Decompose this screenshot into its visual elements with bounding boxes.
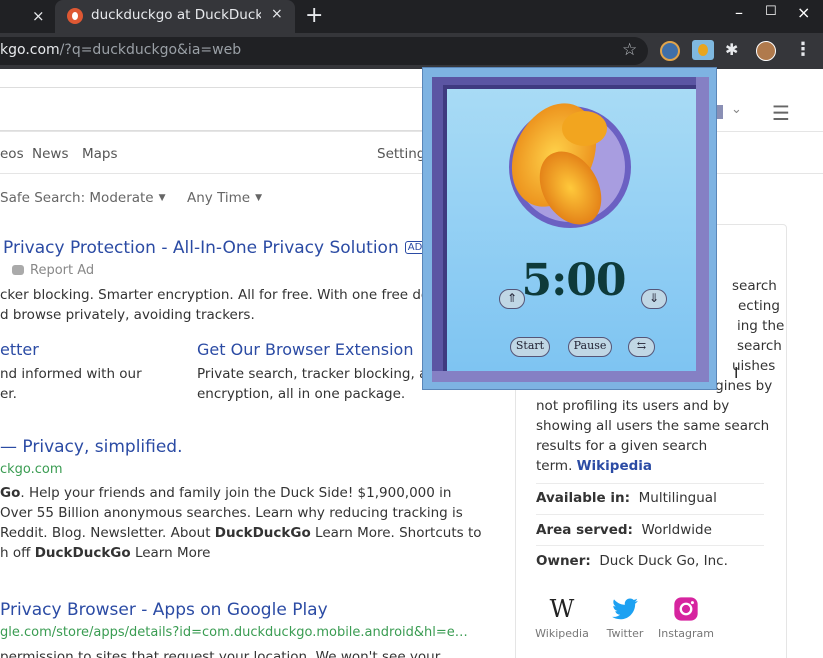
result-main-snippet: Reddit. Blog. Newsletter. About DuckDuck… bbox=[0, 525, 482, 541]
wikipedia-profile-link[interactable]: W Wikipedia bbox=[532, 595, 592, 640]
extension-pisces-icon[interactable] bbox=[692, 40, 714, 60]
divider bbox=[536, 545, 764, 546]
safe-search-dropdown[interactable]: Safe Search: Moderate ▼ bbox=[0, 190, 166, 206]
extension-popup: 5:00 ⇑ ⇓ Start Pause ⇆ bbox=[422, 67, 717, 390]
infobox-text: results for a given search bbox=[536, 438, 708, 454]
puzzle-icon[interactable]: ✱ bbox=[725, 40, 745, 60]
browser-window: × duckduckgo at DuckDuckGo × + – ☐ × kgo… bbox=[0, 0, 823, 658]
infobox-text: uishes bbox=[732, 358, 776, 374]
hamburger-menu-icon[interactable]: ☰ bbox=[772, 101, 790, 125]
sitelink-text: nd informed with our bbox=[0, 366, 142, 382]
divider bbox=[536, 514, 764, 515]
tab-previous[interactable]: × bbox=[0, 0, 55, 33]
tab-title: duckduckgo at DuckDuckGo bbox=[91, 7, 261, 23]
profile-avatar[interactable] bbox=[756, 41, 776, 61]
browser-toolbar: kgo.com/?q=duckduckgo&ia=web ☆ ✱ ⋮ bbox=[0, 33, 823, 69]
result-play-snippet: permission to sites that request your lo… bbox=[0, 649, 441, 658]
instagram-profile-link[interactable]: Instagram bbox=[656, 595, 716, 640]
result-main-url[interactable]: ckgo.com bbox=[0, 462, 63, 477]
tab-videos[interactable]: eos bbox=[0, 146, 24, 162]
timer-panel: 5:00 ⇑ ⇓ Start Pause ⇆ bbox=[443, 85, 696, 371]
wikipedia-link[interactable]: Wikipedia bbox=[577, 458, 652, 474]
wikipedia-icon: W bbox=[549, 595, 575, 623]
twitter-profile-link[interactable]: Twitter bbox=[600, 595, 650, 640]
url-text[interactable]: kgo.com/?q=duckduckgo&ia=web bbox=[0, 42, 241, 58]
speech-bubble-icon bbox=[12, 265, 24, 275]
result-play-title[interactable]: Privacy Browser - Apps on Google Play bbox=[0, 600, 328, 620]
sitelink-text: Private search, tracker blocking, and bbox=[197, 366, 445, 382]
available-in-row: Available in: Multilingual bbox=[536, 490, 717, 506]
infobox-text: not profiling its users and by bbox=[536, 398, 730, 414]
close-window-button[interactable]: × bbox=[797, 3, 810, 22]
close-tab-icon[interactable]: × bbox=[271, 6, 283, 22]
tab-maps[interactable]: Maps bbox=[82, 146, 118, 162]
infobox-text: search bbox=[737, 338, 782, 354]
infobox-text: ing the bbox=[737, 318, 785, 334]
increase-time-button[interactable]: ⇑ bbox=[499, 289, 525, 309]
result-ad-title[interactable]: Privacy Protection - All-In-One Privacy … bbox=[3, 238, 399, 258]
reset-button[interactable]: ⇆ bbox=[628, 337, 655, 357]
instagram-icon bbox=[674, 597, 698, 621]
sitelink-text: encryption, all in one package. bbox=[197, 386, 406, 402]
address-bar[interactable]: kgo.com/?q=duckduckgo&ia=web ☆ bbox=[0, 37, 648, 65]
result-ad-snippet: d browse privately, avoiding trackers. bbox=[0, 307, 255, 323]
sitelink-browser-extension[interactable]: Get Our Browser Extension bbox=[197, 340, 413, 359]
infobox-text: term. Wikipedia bbox=[536, 458, 653, 474]
result-main-snippet: h off DuckDuckGo Learn More bbox=[0, 545, 211, 561]
bookmark-star-icon[interactable]: ☆ bbox=[622, 40, 637, 60]
result-play-url[interactable]: gle.com/store/apps/details?id=com.duckdu… bbox=[0, 625, 468, 640]
result-ad-snippet: cker blocking. Smarter encryption. All f… bbox=[0, 287, 461, 303]
duckduckgo-favicon-icon bbox=[67, 8, 83, 24]
time-filter-dropdown[interactable]: Any Time ▼ bbox=[187, 190, 262, 206]
maximize-button[interactable]: ☐ bbox=[765, 4, 777, 19]
divider bbox=[536, 483, 764, 484]
close-tab-icon[interactable]: × bbox=[32, 7, 45, 25]
result-main-title[interactable]: — Privacy, simplified. bbox=[0, 437, 183, 457]
new-tab-button[interactable]: + bbox=[305, 3, 323, 28]
browser-menu-icon[interactable]: ⋮ bbox=[794, 39, 812, 60]
text-cursor-icon: I bbox=[734, 364, 739, 382]
popup-frame: 5:00 ⇑ ⇓ Start Pause ⇆ bbox=[432, 77, 709, 382]
owner-row: Owner: Duck Duck Go, Inc. bbox=[536, 553, 728, 569]
tab-strip: × duckduckgo at DuckDuckGo × + – ☐ × bbox=[0, 0, 823, 33]
chevron-down-icon[interactable]: ⌄ bbox=[731, 102, 742, 117]
start-button[interactable]: Start bbox=[510, 337, 550, 357]
report-ad-link[interactable]: Report Ad bbox=[12, 263, 94, 278]
sitelink-text: er. bbox=[0, 386, 17, 402]
twitter-icon bbox=[612, 598, 638, 620]
decrease-time-button[interactable]: ⇓ bbox=[641, 289, 667, 309]
extension-owl-icon[interactable] bbox=[660, 41, 680, 61]
infobox-text: ecting bbox=[738, 298, 780, 314]
result-main-snippet: Over 55 Billion anonymous searches. Lear… bbox=[0, 505, 463, 521]
result-main-snippet: Go. Help your friends and family join th… bbox=[0, 485, 452, 501]
minimize-button[interactable]: – bbox=[735, 3, 743, 22]
infobox-text: search bbox=[732, 278, 777, 294]
tab-news[interactable]: News bbox=[32, 146, 68, 162]
infobox-text: showing all users the same search bbox=[536, 418, 770, 434]
sitelink-newsletter[interactable]: etter bbox=[0, 340, 39, 359]
tab-active[interactable]: duckduckgo at DuckDuckGo × bbox=[55, 0, 295, 33]
pause-button[interactable]: Pause bbox=[568, 337, 612, 357]
search-input[interactable] bbox=[0, 87, 430, 131]
result-ad-title-row: Privacy Protection - All-In-One Privacy … bbox=[3, 238, 426, 258]
area-served-row: Area served: Worldwide bbox=[536, 522, 712, 538]
